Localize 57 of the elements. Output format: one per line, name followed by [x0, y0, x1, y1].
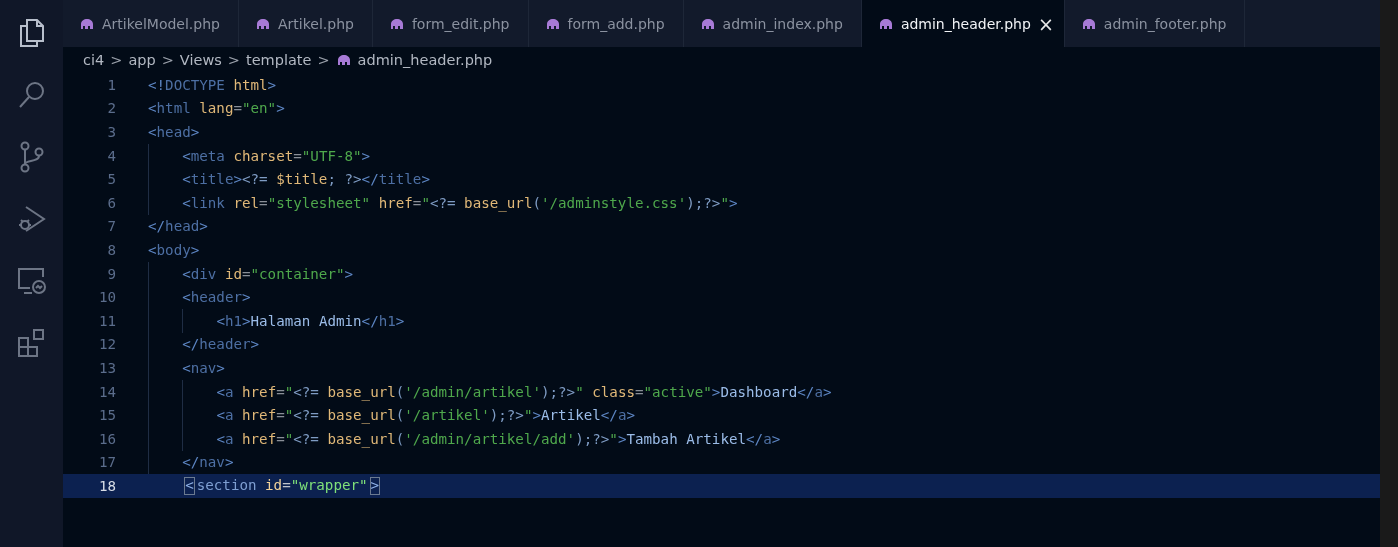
extensions-icon[interactable]: [16, 328, 47, 358]
code-line: <link rel="stylesheet" href="<?= base_url('/adminstyle.css');?>">: [182, 194, 738, 211]
line-number: 6: [106, 194, 116, 211]
line-number: 11: [97, 312, 116, 329]
line-number: 1: [106, 76, 116, 93]
breadcrumb-separator: >: [317, 52, 330, 68]
line-number: 8: [106, 241, 116, 258]
code-line: <title><?= $title; ?></title>: [182, 171, 430, 188]
line-number: 9: [106, 265, 116, 282]
breadcrumb-item[interactable]: admin_header.php: [357, 52, 493, 68]
editor-tab[interactable]: admin_footer.php: [1064, 0, 1246, 47]
line-number: 2: [106, 100, 116, 117]
line-number: 3: [106, 124, 116, 140]
code-line: <div id="container">: [182, 265, 354, 282]
code-line: <a href="<?= base_url('/admin/artikel');?>" class="active">Dashboard</a>: [216, 383, 832, 400]
code-line: <a href="<?= base_url('/admin/artikel/add');?>">Tambah Artikel</a>: [216, 430, 781, 447]
editor-tab[interactable]: ArtikelModel.php: [63, 0, 239, 47]
line-number: 13: [97, 359, 116, 376]
line-number: 4: [106, 147, 116, 164]
code-line: <header>: [182, 289, 251, 306]
line-number: 17: [97, 454, 116, 471]
editor-tab[interactable]: Artikel.php: [238, 0, 373, 47]
code-line: </head>: [148, 218, 208, 235]
code-line: <a href="<?= base_url('/artikel');?>">Artikel</a>: [216, 407, 635, 424]
remote-explorer-icon[interactable]: [15, 266, 48, 296]
breadcrumb-separator: >: [227, 52, 240, 68]
editor-tab[interactable]: form_add.php: [528, 0, 684, 47]
editor-tab[interactable]: admin_index.php: [683, 0, 862, 47]
editor-tab[interactable]: admin_header.php ×: [861, 0, 1065, 47]
breadcrumb-item[interactable]: ci4: [83, 52, 105, 68]
breadcrumb-separator: >: [161, 52, 174, 68]
breadcrumb-item[interactable]: app: [128, 52, 156, 68]
line-number: 15: [97, 407, 116, 424]
search-icon[interactable]: [16, 80, 47, 110]
line-number: 18: [97, 477, 116, 494]
code-line: <!DOCTYPE html>: [148, 76, 277, 93]
code-line: < section id="wrapper" >: [183, 477, 382, 495]
close-icon[interactable]: ×: [1037, 12, 1054, 35]
code-line: <head>: [148, 124, 200, 140]
line-number: 12: [97, 336, 116, 353]
line-number: 7: [106, 218, 116, 235]
code-line: <html lang="en">: [148, 100, 285, 117]
line-number: 16: [97, 430, 116, 447]
breadcrumb-separator: >: [110, 52, 123, 68]
editor-tab[interactable]: form_edit.php: [372, 0, 529, 47]
code-line: <h1>Halaman Admin</h1>: [216, 312, 405, 329]
code-line: </header>: [182, 336, 260, 353]
breadcrumb-item[interactable]: template: [245, 52, 312, 68]
code-line: <meta charset="UTF-8">: [182, 147, 371, 164]
line-number: 5: [106, 171, 116, 188]
code-line: </nav>: [182, 454, 234, 471]
breadcrumb-item[interactable]: Views: [179, 52, 222, 68]
line-number: 10: [97, 289, 116, 306]
code-line: <nav>: [182, 359, 225, 376]
code-line: <body>: [148, 241, 200, 258]
line-number: 14: [97, 383, 116, 400]
run-debug-icon[interactable]: [16, 204, 47, 234]
